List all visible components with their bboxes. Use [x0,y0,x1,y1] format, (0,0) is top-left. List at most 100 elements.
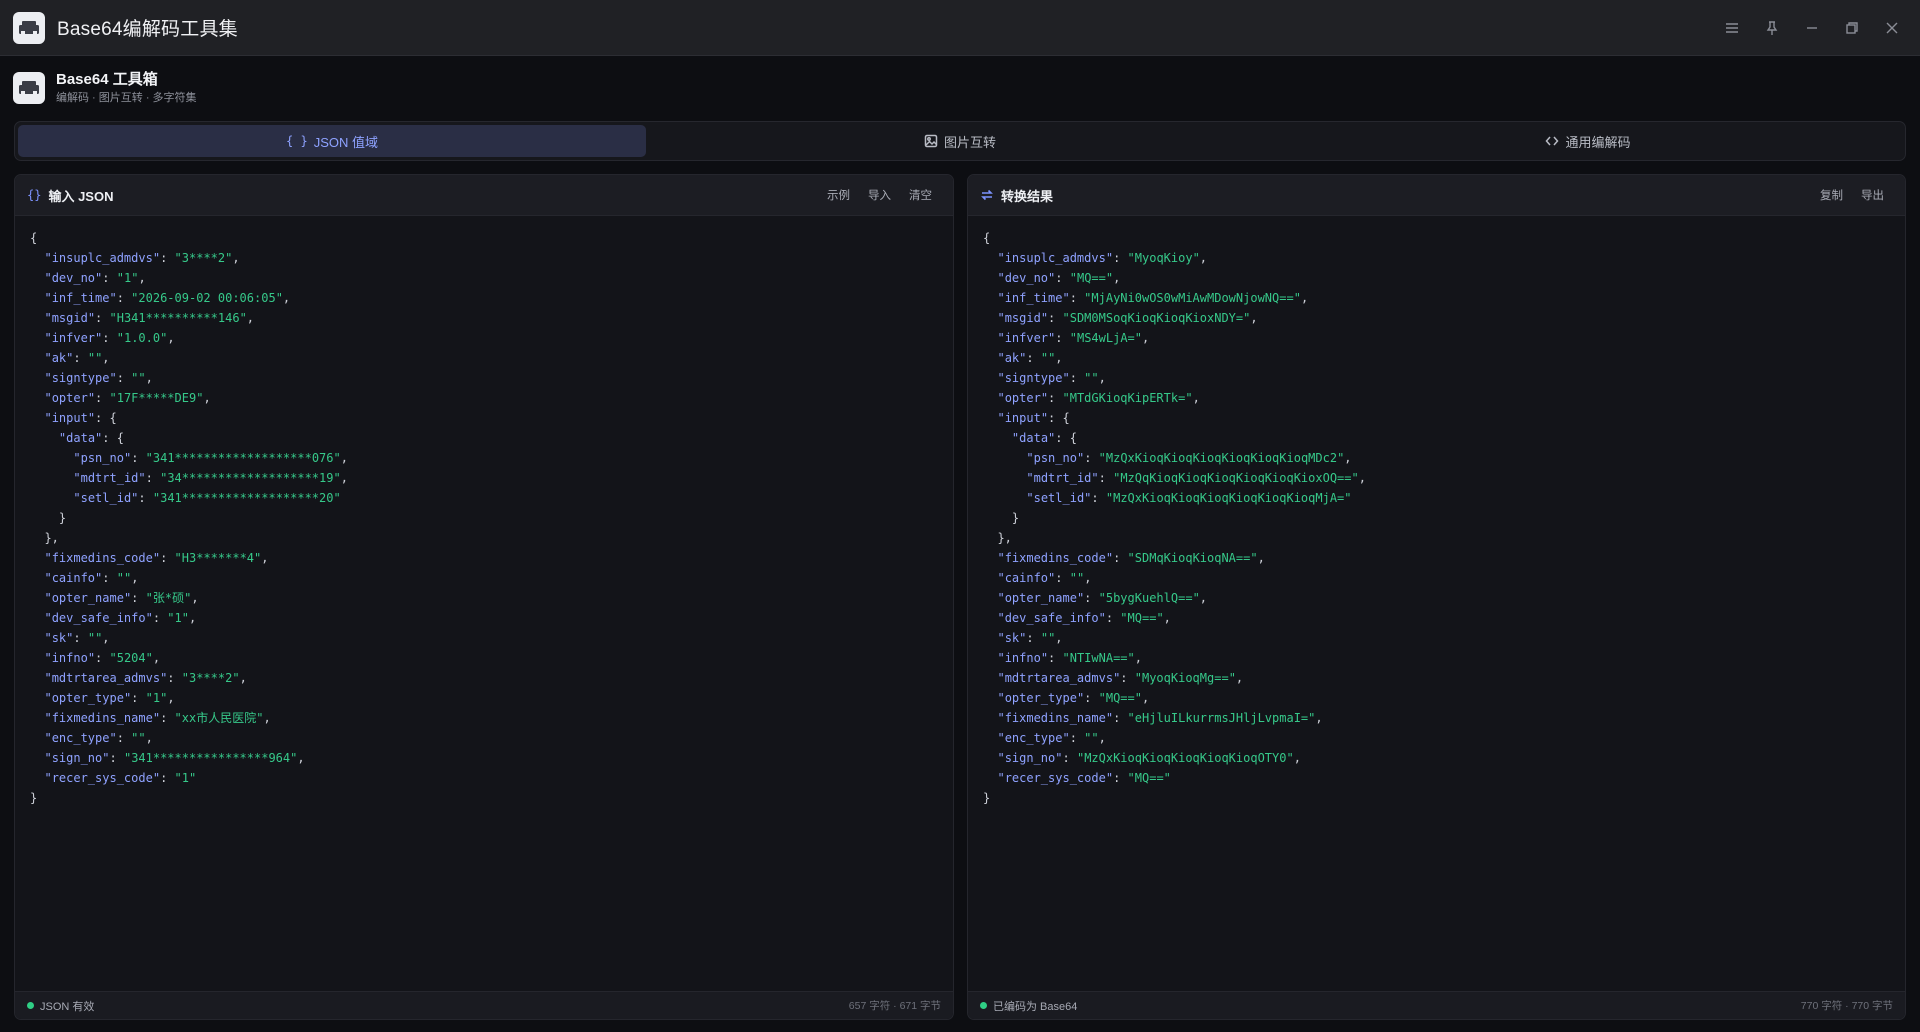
code-line: "infno": "5204", [44,651,161,665]
json-value: MzQxKioqKioqKioqKioqKioqKioqMjA= [1113,491,1345,505]
code-line: "msgid": "H341**********146", [44,311,255,325]
json-key: msgid [1004,311,1041,325]
code-line: "psn_no": "MzQxKioqKioqKioqKioqKioqKioqM… [1026,451,1352,465]
panel-status-bar: JSON 有效 657 字符 · 671 字节 [15,991,953,1019]
code-line: "inf_time": "MjAyNi0wOS0wMiAwMDowNjowNQ=… [997,291,1309,305]
json-value: 17F*****DE9 [116,391,197,405]
code-line: "msgid": "SDM0MSoqKioqKioqKioxNDY=", [997,311,1258,325]
json-value: eHjluILkurrmsJHljLvpmaI= [1134,711,1309,725]
code-line: "signtype": "", [44,371,153,385]
code-line: "infno": "NTIwNA==", [997,651,1142,665]
close-icon[interactable] [1872,8,1912,48]
json-value: SDMqKioqKioqNA== [1134,551,1251,565]
menu-icon[interactable] [1712,8,1752,48]
json-value: 张*硕 [152,591,185,605]
code-line: "sk": "", [44,631,110,645]
json-key: inf_time [1004,291,1063,305]
code-line: "mdtrt_id": "MzQqKioqKioqKioqKioqKioqKio… [1026,471,1366,485]
app-header-title: Base64 工具箱 [56,71,158,88]
json-value: H3*******4 [181,551,255,565]
code-line: "fixmedins_code": "H3*******4", [44,551,269,565]
json-value: 2026-09-02 00:06:05 [138,291,276,305]
result-output-view[interactable]: { "insuplc_admdvs": "MyoqKioy", "dev_no"… [968,216,1905,991]
json-key: sign_no [51,751,103,765]
json-input-editor[interactable]: { "insuplc_admdvs": "3****2", "dev_no": … [15,216,953,991]
json-key: opter_name [51,591,124,605]
json-key: data [1019,431,1049,445]
json-key: mdtrt_id [80,471,139,485]
export-button[interactable]: 导出 [1852,183,1893,207]
copy-button[interactable]: 复制 [1811,183,1852,207]
code-line: "inf_time": "2026-09-02 00:06:05", [44,291,291,305]
code-line: "data": { [1011,431,1077,445]
json-key: ak [51,351,67,365]
code-line: "infver": "MS4wLjA=", [997,331,1150,345]
code-line: "sign_no": "341****************964", [44,751,305,765]
json-value: MzQxKioqKioqKioqKioqKioqOTY0 [1084,751,1287,765]
tab-bar: { } JSON 值域 图片互转 通用编解码 [14,121,1906,161]
json-value: MQ== [1076,271,1106,285]
json-key: opter_type [1004,691,1077,705]
json-key: msgid [51,311,88,325]
tab-json-values[interactable]: { } JSON 值域 [18,125,646,157]
pin-icon[interactable] [1752,8,1792,48]
code-line: "psn_no": "341*******************076", [73,451,348,465]
json-value: 341****************964 [131,751,291,765]
code-line: "signtype": "", [997,371,1106,385]
json-value: 1 [181,771,189,785]
tab-general-codec[interactable]: 通用编解码 [1274,125,1902,157]
json-key: insuplc_admdvs [51,251,153,265]
json-key: opter [51,391,88,405]
window-title: Base64编解码工具集 [57,19,238,40]
json-key: fixmedins_name [51,711,153,725]
code-line: "ak": "", [44,351,110,365]
braces-icon: {} [27,188,42,202]
json-key: setl_id [80,491,132,505]
example-button[interactable]: 示例 [818,183,859,207]
app-logo-icon [13,11,45,44]
code-line: "setl_id": "MzQxKioqKioqKioqKioqKioqKioq… [1026,491,1352,505]
panel-status-bar: 已编码为 Base64 770 字符 · 770 字节 [968,991,1905,1019]
status-text: JSON 有效 [40,1000,95,1013]
json-key: ak [1004,351,1020,365]
json-value: MQ== [1105,691,1135,705]
json-value: MTdGKioqKipERTk= [1069,391,1186,405]
status-dot-icon [980,1002,987,1009]
result-panel: 转换结果 复制 导出 { "insuplc_admdvs": "MyoqKioy… [967,174,1906,1020]
char-count: 770 字符 · 770 字节 [1800,1000,1893,1012]
clear-button[interactable]: 清空 [900,183,941,207]
json-value: 34*******************19 [167,471,334,485]
json-value: MzQqKioqKioqKioqKioqKioqKioxOQ== [1120,471,1352,485]
panel-title: 转换结果 [1001,188,1054,204]
code-line: "mdtrtarea_admvs": "3****2", [44,671,247,685]
json-key: insuplc_admdvs [1004,251,1106,265]
json-key: mdtrtarea_admvs [51,671,161,685]
code-line: "input": { [44,411,117,425]
code-line: "opter_type": "MQ==", [997,691,1150,705]
json-value: 3****2 [181,251,226,265]
json-value: SDM0MSoqKioqKioqKioxNDY= [1069,311,1244,325]
code-line: "opter": "MTdGKioqKipERTk=", [997,391,1200,405]
code-line: "insuplc_admdvs": "3****2", [44,251,240,265]
json-key: dev_no [1004,271,1049,285]
code-line: "fixmedins_name": "xx市人民医院", [44,711,271,725]
tab-image-convert[interactable]: 图片互转 [646,125,1274,157]
json-key: infver [51,331,96,345]
json-key: enc_type [51,731,110,745]
swap-icon [980,188,994,203]
code-line: "fixmedins_code": "SDMqKioqKioqNA==", [997,551,1265,565]
restore-icon[interactable] [1832,8,1872,48]
json-value: 341*******************20 [160,491,334,505]
json-key: inf_time [51,291,110,305]
json-key: mdtrt_id [1033,471,1092,485]
import-button[interactable]: 导入 [859,183,900,207]
code-line: "data": { [58,431,124,445]
panel-title: 输入 JSON [48,188,114,204]
json-value: 5204 [116,651,146,665]
json-key: input [1004,411,1041,425]
minimize-icon[interactable] [1792,8,1832,48]
json-key: data [66,431,96,445]
json-key: psn_no [80,451,124,465]
code-line: "mdtrt_id": "34*******************19", [73,471,348,485]
json-key: fixmedins_code [1004,551,1106,565]
